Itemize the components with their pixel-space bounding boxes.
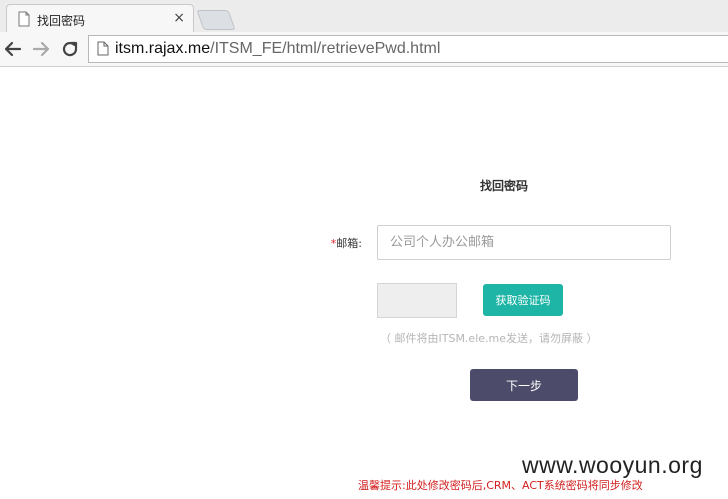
browser-tab[interactable]: 找回密码 × — [6, 4, 194, 32]
url-path: /ITSM_FE/html/retrievePwd.html — [210, 40, 441, 57]
email-hint: （ 邮件将由ITSM.ele.me发送，请勿屏蔽 ） — [380, 332, 598, 345]
watermark: www.wooyun.org — [522, 452, 703, 478]
close-icon[interactable]: × — [173, 9, 185, 27]
back-arrow-icon[interactable] — [2, 38, 24, 60]
password-sync-warning: 温馨提示:此处修改密码后,CRM、ACT系统密码将同步修改 — [358, 479, 643, 492]
browser-toolbar: itsm.rajax.me/ITSM_FE/html/retrievePwd.h… — [0, 32, 728, 66]
new-tab-button[interactable] — [196, 10, 236, 30]
captcha-image[interactable] — [377, 283, 457, 318]
page-title: 找回密码 — [479, 179, 528, 193]
page-icon — [97, 41, 109, 56]
url-host: itsm.rajax.me — [115, 40, 211, 57]
email-label-text: 邮箱: — [336, 237, 362, 250]
email-input[interactable] — [377, 225, 671, 260]
forward-arrow-icon[interactable] — [30, 38, 52, 60]
email-label: *邮箱: — [322, 235, 362, 251]
tab-strip: 找回密码 × — [0, 0, 728, 32]
reload-icon[interactable] — [59, 38, 81, 60]
get-verification-code-button[interactable]: 获取验证码 — [483, 284, 563, 316]
url-text: itsm.rajax.me/ITSM_FE/html/retrievePwd.h… — [115, 40, 440, 58]
browser-chrome: 找回密码 × itsm.rajax.me/ITSM_FE/html/retrie… — [0, 0, 728, 67]
tab-title: 找回密码 — [37, 14, 86, 28]
address-bar[interactable]: itsm.rajax.me/ITSM_FE/html/retrievePwd.h… — [88, 35, 728, 63]
page-icon — [18, 11, 30, 27]
next-step-button[interactable]: 下一步 — [470, 369, 578, 401]
